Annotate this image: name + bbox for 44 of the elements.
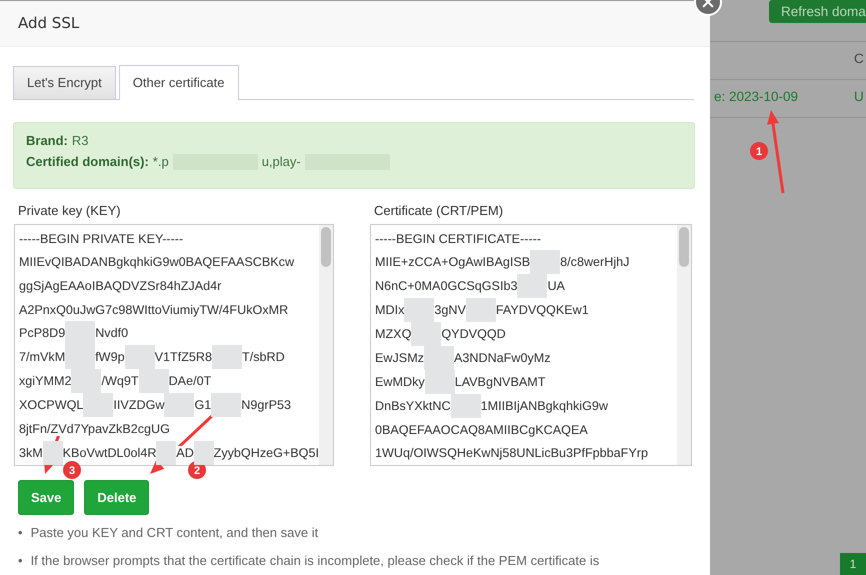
redaction-block (42, 440, 63, 465)
dialog-title: Add SSL (0, 0, 710, 47)
table-cell: U (854, 89, 864, 104)
redaction-block (194, 440, 214, 465)
domain-text: *.p (152, 154, 169, 170)
tab[interactable]: Let's Encrypt (13, 66, 116, 99)
domain-text: u,play- (262, 154, 301, 170)
number-badge: 3 (63, 461, 81, 479)
redaction-block (124, 345, 155, 370)
redaction-block (530, 250, 560, 274)
redaction-block (156, 440, 176, 465)
brand-value: R3 (72, 132, 89, 148)
text-area[interactable] (370, 224, 692, 466)
field-label: Certificate (CRT/PEM) (374, 203, 504, 218)
scrollbar-thumb[interactable] (679, 227, 689, 267)
number-badge: 1 (750, 142, 768, 160)
note-text: Paste you KEY and CRT content, and then save it (30, 525, 318, 541)
column-header: C (854, 51, 864, 66)
expiry-date: e: 2023-10-09 (714, 89, 798, 104)
redaction-block (138, 369, 169, 394)
field-label: Private key (KEY) (18, 203, 122, 218)
redaction-block (450, 394, 481, 418)
redaction-block (466, 298, 496, 322)
tab[interactable]: Other certificate (118, 64, 239, 100)
page-number[interactable]: 1 (840, 553, 866, 575)
note-text: If the browser prompts that the certificate chain is incomplete, please check if the PEM certificate is (30, 553, 600, 569)
number-badge: 2 (188, 461, 206, 479)
redaction-block (65, 321, 96, 346)
bullet-mark: • (18, 525, 23, 541)
redaction-block (424, 370, 455, 394)
action-button[interactable]: Save (18, 480, 74, 515)
text-area[interactable] (14, 224, 334, 466)
refresh-button[interactable]: Refresh doma (769, 0, 866, 23)
redaction-block (404, 298, 434, 322)
domains-label: Certified domain(s): (26, 154, 149, 170)
brand-label: Brand: (26, 132, 68, 148)
redaction-block (517, 274, 548, 298)
action-button[interactable]: Delete (84, 480, 150, 515)
bullet-mark: • (18, 553, 23, 569)
redaction-block (211, 393, 242, 418)
redaction-block (212, 345, 242, 370)
scrollbar-thumb[interactable] (321, 227, 331, 267)
redaction-block (83, 393, 114, 418)
redaction-block (164, 393, 194, 418)
